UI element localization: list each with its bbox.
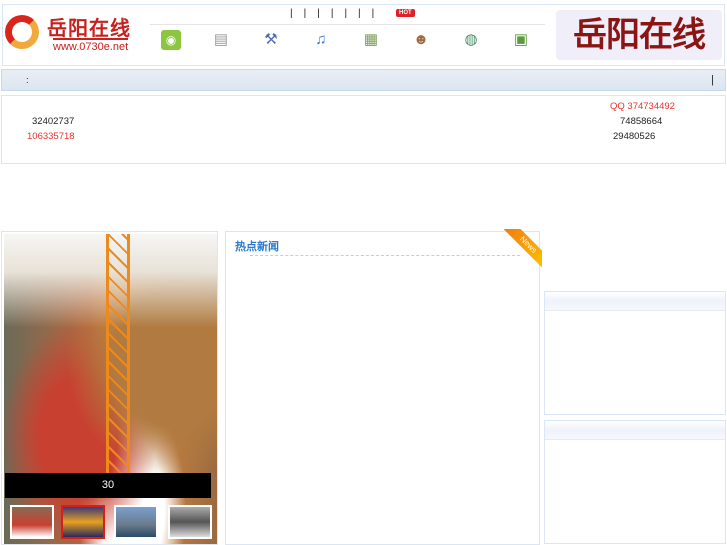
- tools-icon[interactable]: ⚒: [261, 30, 281, 50]
- site-logo[interactable]: 岳阳在线 www.0730e.net: [3, 10, 151, 56]
- hot-badge: HOT: [396, 9, 415, 17]
- qq-number[interactable]: QQ 374734492: [610, 101, 675, 112]
- slide-caption[interactable]: 30: [5, 473, 211, 498]
- phone-1: 32402737: [32, 116, 75, 127]
- logo-e-icon: [5, 15, 39, 49]
- nav-right[interactable]: |: [711, 74, 714, 86]
- top-link-sep[interactable]: |: [372, 8, 375, 19]
- divider: [250, 255, 520, 256]
- news-ribbon: News: [502, 229, 542, 269]
- nav-bar: : |: [1, 69, 726, 91]
- phone-2: 74858664: [620, 116, 663, 127]
- phone-3: 106335718: [27, 131, 75, 142]
- hot-news-panel: [225, 231, 540, 545]
- slide-thumbnail[interactable]: [168, 505, 212, 539]
- top-link-sep[interactable]: |: [290, 8, 293, 19]
- music-icon[interactable]: ♫: [311, 30, 331, 50]
- crane-shape: [106, 234, 130, 474]
- logo-url: www.0730e.net: [53, 38, 129, 53]
- slide-thumbnail[interactable]: [114, 505, 158, 539]
- rss-icon[interactable]: ◉: [161, 30, 181, 50]
- slide-thumbnail[interactable]: [10, 505, 54, 539]
- top-link-sep[interactable]: |: [304, 8, 307, 19]
- top-links: | | | | | | |: [290, 8, 385, 19]
- side-panel-1: [544, 291, 726, 415]
- slide-thumbnail[interactable]: [61, 505, 105, 539]
- top-link-sep[interactable]: |: [358, 8, 361, 19]
- info-panel: QQ 374734492 32402737 74858664 106335718…: [1, 95, 726, 164]
- hot-news-title[interactable]: 热点新闻: [235, 238, 279, 254]
- side-panel-header: [545, 421, 725, 440]
- globe-icon[interactable]: ◍: [461, 30, 481, 50]
- phone-4: 29480526: [613, 131, 656, 142]
- right-logo: 岳阳在线: [556, 10, 722, 60]
- nav-left: :: [26, 75, 29, 86]
- divider: [150, 24, 545, 25]
- top-link-sep[interactable]: |: [344, 8, 347, 19]
- logo-text: 岳阳在线: [47, 16, 131, 40]
- form-icon[interactable]: ▦: [361, 30, 381, 50]
- side-panel-header: [545, 292, 725, 311]
- side-panel-2: [544, 420, 726, 544]
- document-icon[interactable]: ▤: [211, 30, 231, 50]
- slide-image[interactable]: [4, 234, 217, 544]
- top-link-sep[interactable]: |: [331, 8, 334, 19]
- picture-icon[interactable]: ▣: [511, 30, 531, 50]
- news-ribbon-text: News: [502, 229, 542, 269]
- user-icon[interactable]: ☻: [411, 30, 431, 50]
- top-link-sep[interactable]: |: [317, 8, 320, 19]
